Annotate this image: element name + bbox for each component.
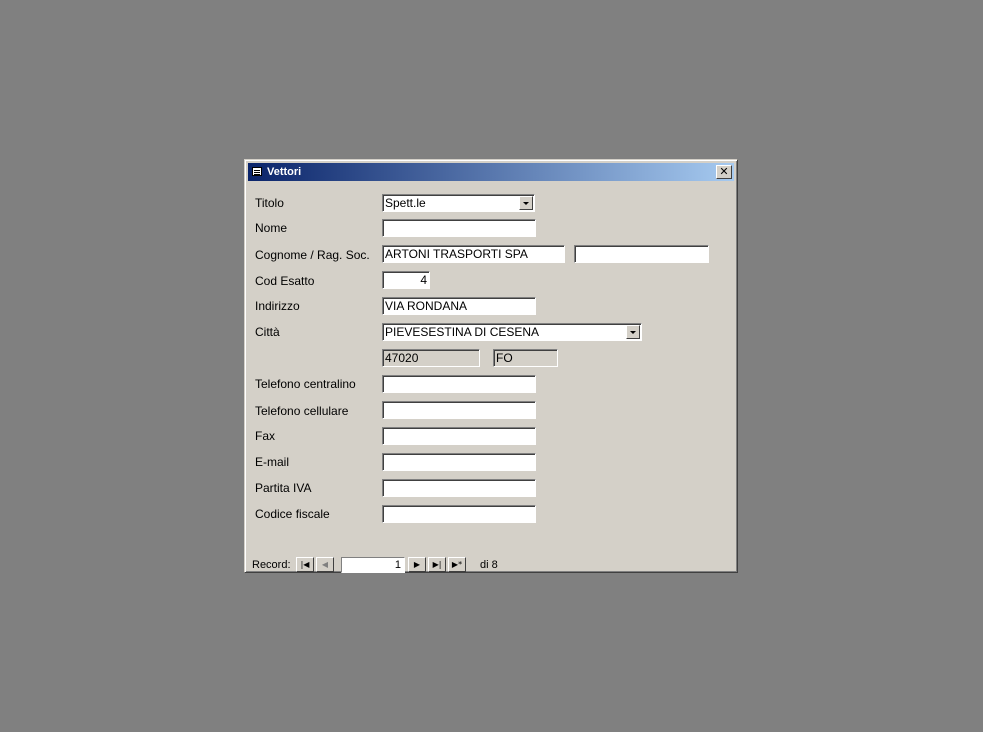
cod-esatto-field[interactable]: 4 xyxy=(382,271,430,289)
citta-label: Città xyxy=(255,325,280,339)
vettori-form-window: Vettori ✕ Titolo Spett.le Nome Cognome /… xyxy=(244,159,738,573)
close-button[interactable]: ✕ xyxy=(716,165,732,179)
previous-record-button[interactable]: ◀ xyxy=(316,557,334,572)
titolo-label: Titolo xyxy=(255,196,284,210)
cognome-label: Cognome / Rag. Soc. xyxy=(255,248,370,262)
citta-value: PIEVESESTINA DI CESENA xyxy=(385,325,540,339)
first-record-button[interactable]: |◀ xyxy=(296,557,314,572)
titolo-dropdown[interactable]: Spett.le xyxy=(382,194,535,212)
last-record-icon: ▶| xyxy=(432,560,442,569)
record-total: di 8 xyxy=(480,559,498,571)
tel-cellulare-field[interactable] xyxy=(382,401,536,419)
title-bar[interactable]: Vettori ✕ xyxy=(248,163,734,181)
tel-centralino-label: Telefono centralino xyxy=(255,377,356,391)
tel-centralino-field[interactable] xyxy=(382,375,536,393)
last-record-button[interactable]: ▶| xyxy=(428,557,446,572)
window-title: Vettori xyxy=(267,166,302,178)
partita-iva-label: Partita IVA xyxy=(255,481,312,495)
titolo-value: Spett.le xyxy=(385,196,426,210)
form-icon xyxy=(252,167,262,176)
fax-label: Fax xyxy=(255,429,276,443)
nome-field[interactable] xyxy=(382,219,536,237)
email-label: E-mail xyxy=(255,455,290,469)
tel-cellulare-label: Telefono cellulare xyxy=(255,404,349,418)
next-record-button[interactable]: ▶ xyxy=(408,557,426,572)
chevron-down-icon[interactable] xyxy=(626,325,640,339)
nome-label: Nome xyxy=(255,221,288,235)
cap-field: 47020 xyxy=(382,349,480,367)
codice-fiscale-field[interactable] xyxy=(382,505,536,523)
chevron-down-icon[interactable] xyxy=(519,196,533,210)
previous-record-icon: ◀ xyxy=(321,560,329,569)
fax-field[interactable] xyxy=(382,427,536,445)
cod-esatto-label: Cod Esatto xyxy=(255,274,315,288)
new-record-button[interactable]: ▶* xyxy=(448,557,466,572)
cognome-field[interactable]: ARTONI TRASPORTI SPA xyxy=(382,245,565,263)
cognome-extra-field[interactable] xyxy=(574,245,709,263)
citta-dropdown[interactable]: PIEVESESTINA DI CESENA xyxy=(382,323,642,341)
first-record-icon: |◀ xyxy=(300,560,310,569)
provincia-field: FO xyxy=(493,349,558,367)
next-record-icon: ▶ xyxy=(413,560,421,569)
email-field[interactable] xyxy=(382,453,536,471)
indirizzo-label: Indirizzo xyxy=(255,299,300,313)
new-record-icon: ▶* xyxy=(451,560,463,569)
indirizzo-field[interactable]: VIA RONDANA xyxy=(382,297,536,315)
close-icon: ✕ xyxy=(719,165,729,178)
partita-iva-field[interactable] xyxy=(382,479,536,497)
codice-fiscale-label: Codice fiscale xyxy=(255,507,330,521)
record-label: Record: xyxy=(252,559,291,571)
current-record-field[interactable]: 1 xyxy=(341,557,405,573)
